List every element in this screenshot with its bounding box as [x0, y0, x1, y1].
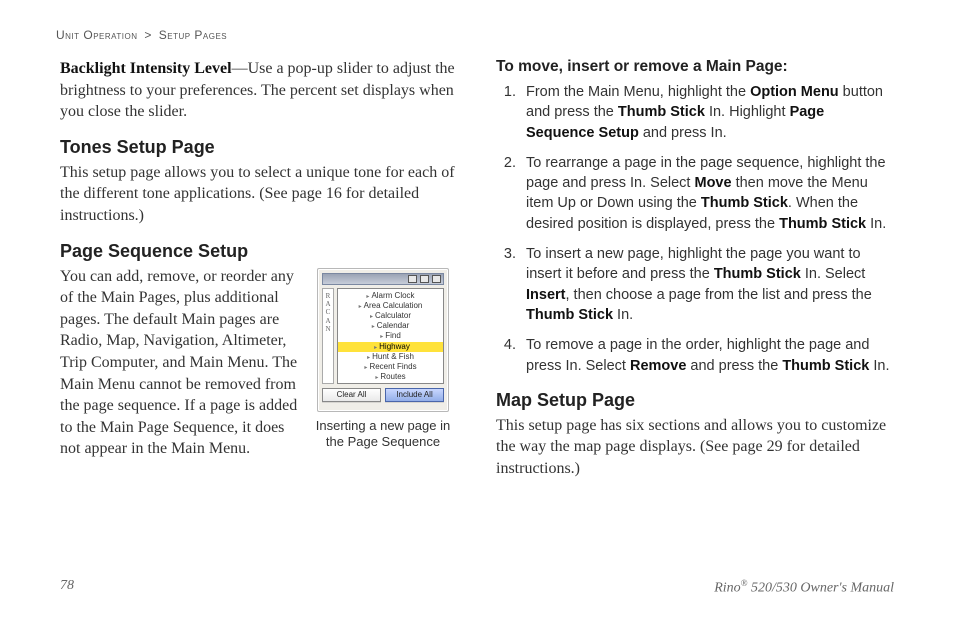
left-column: Backlight Intensity Level—Use a pop-up s… — [60, 58, 458, 494]
pageseq-heading: Page Sequence Setup — [60, 241, 458, 262]
step-3: To insert a new page, highlight the page… — [520, 244, 894, 325]
list-item: Calculator — [341, 311, 440, 321]
page-footer: 78 Rino® 520/530 Owner's Manual — [60, 578, 894, 597]
breadcrumb-sep: > — [144, 28, 152, 42]
device-titlebar-btn — [420, 275, 429, 283]
list-item: Recent Finds — [341, 362, 440, 372]
step-4: To remove a page in the order, highlight… — [520, 335, 894, 376]
list-item-highlighted: Highway — [338, 342, 443, 352]
page-number: 78 — [60, 578, 74, 597]
procedure-steps: From the Main Menu, highlight the Option… — [496, 82, 894, 376]
backlight-paragraph: Backlight Intensity Level—Use a pop-up s… — [60, 58, 458, 123]
list-item: Satellite — [341, 382, 440, 383]
device-titlebar — [322, 273, 444, 285]
tones-paragraph: This setup page allows you to select a u… — [60, 162, 458, 227]
right-column: To move, insert or remove a Main Page: F… — [496, 58, 894, 494]
map-setup-heading: Map Setup Page — [496, 390, 894, 411]
list-item: Calendar — [341, 321, 440, 331]
step-2: To rearrange a page in the page sequence… — [520, 153, 894, 234]
device-titlebar-btn — [432, 275, 441, 283]
list-item: Routes — [341, 372, 440, 382]
include-all-button: Include All — [385, 388, 444, 402]
backlight-lead: Backlight Intensity Level — [60, 60, 232, 77]
map-setup-paragraph: This setup page has six sections and all… — [496, 415, 894, 480]
breadcrumb: Unit Operation > Setup Pages — [56, 28, 894, 42]
list-item: Alarm Clock — [341, 291, 440, 301]
list-item: Find — [341, 331, 440, 341]
breadcrumb-b: Setup Pages — [159, 28, 227, 42]
figure-caption: Inserting a new page in the Page Sequenc… — [308, 418, 458, 451]
procedure-heading: To move, insert or remove a Main Page: — [496, 58, 894, 76]
tones-heading: Tones Setup Page — [60, 137, 458, 158]
list-item: Area Calculation — [341, 301, 440, 311]
list-item: Hunt & Fish — [341, 352, 440, 362]
device-list: Alarm Clock Area Calculation Calculator … — [337, 288, 444, 384]
device-sidebar: RACAN — [322, 288, 334, 384]
figure-page-sequence: RACAN Alarm Clock Area Calculation Calcu… — [308, 268, 458, 451]
clear-all-button: Clear All — [322, 388, 381, 402]
manual-title: Rino® 520/530 Owner's Manual — [714, 578, 894, 597]
step-1: From the Main Menu, highlight the Option… — [520, 82, 894, 143]
device-screenshot: RACAN Alarm Clock Area Calculation Calcu… — [317, 268, 449, 412]
device-titlebar-btn — [408, 275, 417, 283]
breadcrumb-a: Unit Operation — [56, 28, 138, 42]
